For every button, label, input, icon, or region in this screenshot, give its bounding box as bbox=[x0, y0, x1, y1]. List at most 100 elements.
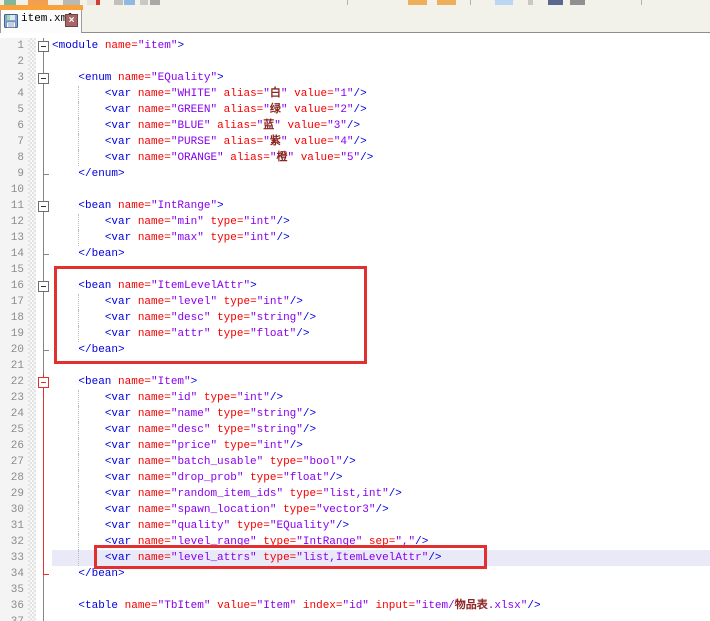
code-line[interactable]: <var name="name" type="string"/> bbox=[52, 406, 710, 422]
code-token: type= bbox=[210, 232, 243, 244]
bookmark-margin bbox=[28, 134, 36, 150]
code-line[interactable]: <var name="level_attrs" type="list,ItemL… bbox=[52, 550, 710, 566]
code-token: "list,ItemLevelAttr" bbox=[296, 552, 428, 564]
code-line[interactable]: <bean name="ItemLevelAttr"> bbox=[52, 278, 710, 294]
code-editor[interactable]: 1<module name="item">23 <enum name="EQua… bbox=[0, 33, 710, 621]
fold-margin bbox=[36, 246, 52, 262]
toolbar-icon-fragment[interactable] bbox=[408, 0, 427, 5]
code-token: <var bbox=[105, 136, 138, 148]
code-line[interactable]: <var name="quality" type="EQuality"/> bbox=[52, 518, 710, 534]
code-token: "id" bbox=[343, 600, 369, 612]
toolbar-strip[interactable]: item.xml × bbox=[0, 0, 710, 33]
code-row: 36 <table name="TbItem" value="Item" ind… bbox=[0, 598, 710, 614]
fold-margin bbox=[36, 214, 52, 230]
toolbar-icon-fragment[interactable] bbox=[87, 0, 96, 5]
code-line[interactable] bbox=[52, 182, 710, 198]
code-line[interactable]: <var name="level_range" type="IntRange" … bbox=[52, 534, 710, 550]
fold-toggle-icon[interactable] bbox=[36, 70, 52, 86]
toolbar-icon-fragment[interactable] bbox=[528, 0, 533, 5]
code-line[interactable]: <var name="max" type="int"/> bbox=[52, 230, 710, 246]
code-token: <var bbox=[105, 520, 138, 532]
code-token bbox=[217, 88, 224, 100]
code-row: 28 <var name="drop_prob" type="float"/> bbox=[0, 470, 710, 486]
toolbar-icon-fragment[interactable] bbox=[150, 0, 160, 5]
code-line[interactable]: </bean> bbox=[52, 246, 710, 262]
fold-toggle-icon[interactable] bbox=[36, 198, 52, 214]
toolbar-icon-fragment[interactable] bbox=[548, 0, 563, 5]
code-line[interactable]: <var name="desc" type="string"/> bbox=[52, 422, 710, 438]
toolbar-icon-fragment[interactable] bbox=[495, 0, 513, 5]
code-line[interactable] bbox=[52, 358, 710, 374]
bookmark-margin bbox=[28, 310, 36, 326]
code-token: "int" bbox=[237, 392, 270, 404]
toolbar-icon-fragment[interactable] bbox=[114, 0, 123, 5]
code-token: </enum> bbox=[78, 168, 124, 180]
bookmark-margin bbox=[28, 614, 36, 621]
code-token: /> bbox=[354, 136, 367, 148]
code-line[interactable]: <var name="desc" type="string"/> bbox=[52, 310, 710, 326]
code-line[interactable]: </bean> bbox=[52, 566, 710, 582]
code-token: <var bbox=[105, 296, 138, 308]
code-line[interactable] bbox=[52, 54, 710, 70]
code-token: type= bbox=[217, 424, 250, 436]
code-line[interactable]: <var name="batch_usable" type="bool"/> bbox=[52, 454, 710, 470]
code-line[interactable] bbox=[52, 614, 710, 621]
toolbar-icon-fragment[interactable] bbox=[140, 0, 148, 5]
code-line[interactable]: <bean name="IntRange"> bbox=[52, 198, 710, 214]
code-line[interactable]: <var name="ORANGE" alias="橙" value="5"/> bbox=[52, 150, 710, 166]
code-token: /> bbox=[376, 504, 389, 516]
code-line[interactable]: <var name="BLUE" alias="蓝" value="3"/> bbox=[52, 118, 710, 134]
code-line[interactable]: <enum name="EQuality"> bbox=[52, 70, 710, 86]
code-line[interactable]: <var name="id" type="int"/> bbox=[52, 390, 710, 406]
fold-toggle-icon[interactable] bbox=[36, 374, 52, 390]
toolbar-icon-fragment[interactable] bbox=[96, 0, 100, 5]
code-token: "desc" bbox=[171, 424, 211, 436]
bookmark-margin bbox=[28, 326, 36, 342]
code-token: > bbox=[217, 200, 224, 212]
code-line[interactable]: <var name="random_item_ids" type="list,i… bbox=[52, 486, 710, 502]
code-token: <var bbox=[105, 424, 138, 436]
code-line[interactable]: <bean name="Item"> bbox=[52, 374, 710, 390]
code-line[interactable]: <var name="GREEN" alias="绿" value="2"/> bbox=[52, 102, 710, 118]
bookmark-margin bbox=[28, 230, 36, 246]
code-line[interactable]: </bean> bbox=[52, 342, 710, 358]
fold-toggle-icon[interactable] bbox=[36, 278, 52, 294]
code-line[interactable]: <var name="price" type="int"/> bbox=[52, 438, 710, 454]
fold-margin bbox=[36, 486, 52, 502]
code-line[interactable]: <table name="TbItem" value="Item" index=… bbox=[52, 598, 710, 614]
code-token: <var bbox=[105, 88, 138, 100]
code-line[interactable] bbox=[52, 582, 710, 598]
bookmark-margin bbox=[28, 54, 36, 70]
code-token: "random_item_ids" bbox=[171, 488, 283, 500]
code-line[interactable]: <var name="drop_prob" type="float"/> bbox=[52, 470, 710, 486]
code-line[interactable] bbox=[52, 262, 710, 278]
tab-item-xml[interactable]: item.xml × bbox=[0, 5, 82, 33]
code-token: "Item" bbox=[257, 600, 297, 612]
line-number: 22 bbox=[0, 374, 28, 390]
code-token: value= bbox=[301, 152, 341, 164]
bookmark-margin bbox=[28, 198, 36, 214]
line-number: 10 bbox=[0, 182, 28, 198]
tab-close-icon[interactable]: × bbox=[65, 14, 78, 27]
toolbar-icon-fragment[interactable] bbox=[124, 0, 135, 5]
bookmark-margin bbox=[28, 166, 36, 182]
toolbar-separator bbox=[347, 0, 348, 5]
code-line[interactable]: <var name="min" type="int"/> bbox=[52, 214, 710, 230]
code-line[interactable]: </enum> bbox=[52, 166, 710, 182]
code-line[interactable]: <var name="spawn_location" type="vector3… bbox=[52, 502, 710, 518]
code-token: name= bbox=[138, 88, 171, 100]
code-token: <var bbox=[105, 456, 138, 468]
code-line[interactable]: <module name="item"> bbox=[52, 38, 710, 54]
code-row: 5 <var name="GREEN" alias="绿" value="2"/… bbox=[0, 102, 710, 118]
code-token: "5" bbox=[340, 152, 360, 164]
toolbar-icon-fragment[interactable] bbox=[437, 0, 456, 5]
code-line[interactable]: <var name="WHITE" alias="白" value="1"/> bbox=[52, 86, 710, 102]
code-line[interactable]: <var name="level" type="int"/> bbox=[52, 294, 710, 310]
code-row: 34 </bean> bbox=[0, 566, 710, 582]
code-line[interactable]: <var name="PURSE" alias="紫" value="4"/> bbox=[52, 134, 710, 150]
fold-margin bbox=[36, 310, 52, 326]
code-line[interactable]: <var name="attr" type="float"/> bbox=[52, 326, 710, 342]
line-number: 27 bbox=[0, 454, 28, 470]
fold-toggle-icon[interactable] bbox=[36, 38, 52, 54]
toolbar-icon-fragment[interactable] bbox=[570, 0, 585, 5]
